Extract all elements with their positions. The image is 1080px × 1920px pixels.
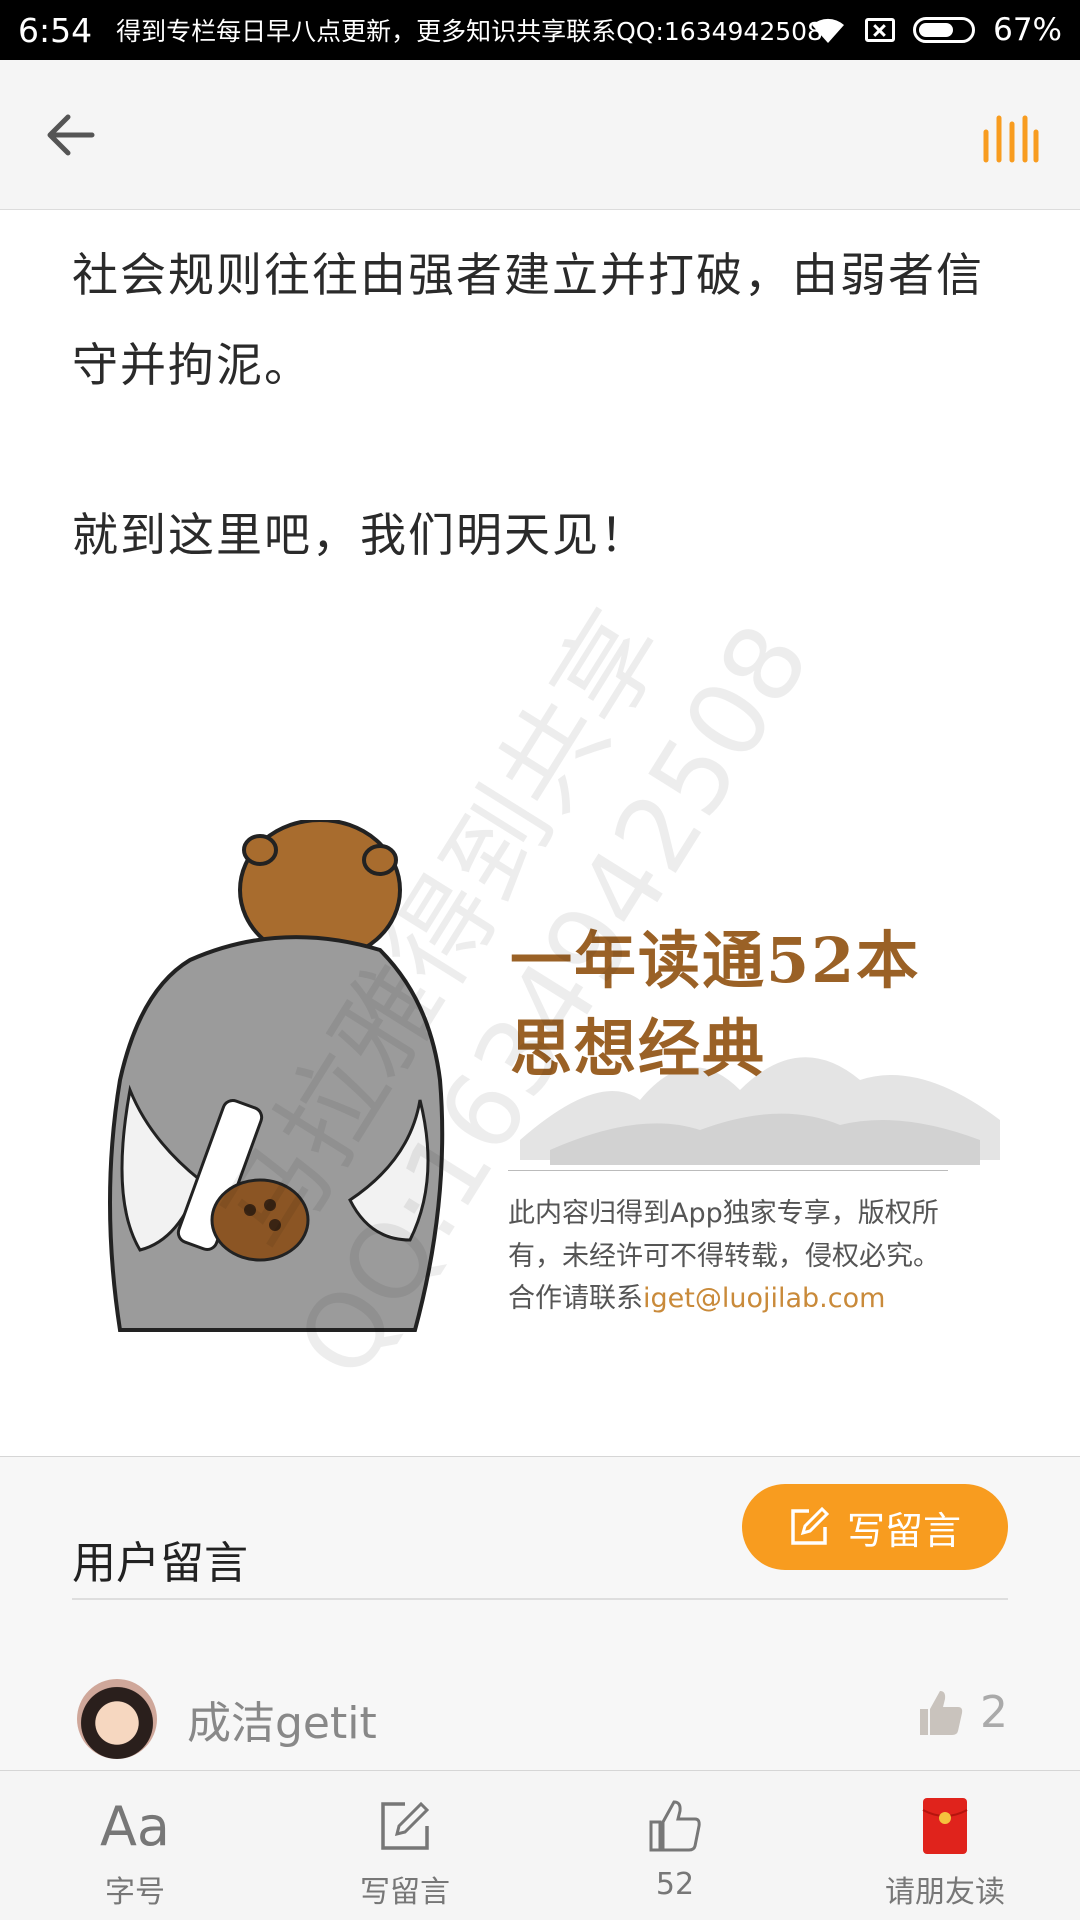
nav-invite-friend[interactable]: 请朋友读 (810, 1771, 1080, 1920)
write-comment-button[interactable]: 写留言 (742, 1484, 1008, 1570)
battery-percent: 67% (993, 12, 1062, 48)
status-icons: 67% (809, 0, 1062, 60)
status-notification-text: 得到专栏每日早八点更新，更多知识共享联系QQ:1634942508 (116, 17, 823, 46)
battery-icon (913, 17, 976, 43)
edit-icon (379, 1791, 431, 1861)
nav-like[interactable]: 52 (540, 1771, 810, 1920)
audio-bars-icon (983, 115, 1039, 163)
avatar[interactable] (77, 1679, 157, 1759)
top-bar (0, 60, 1080, 210)
poster-contact: 合作请联系iget@luojilab.com (508, 1276, 885, 1315)
comment-like-button[interactable]: 2 (916, 1687, 1008, 1738)
nav-write-comment[interactable]: 写留言 (270, 1771, 540, 1920)
poster-contact-email: iget@luojilab.com (643, 1283, 886, 1314)
edit-icon (791, 1507, 829, 1545)
comment-item: 成洁getit 2 (72, 1679, 1008, 1771)
comments-divider (72, 1598, 1008, 1600)
nav-invite-friend-label: 请朋友读 (885, 1875, 1005, 1910)
nav-font-size-label: 字号 (105, 1875, 165, 1910)
font-size-icon: Aa (99, 1794, 171, 1858)
poster-copyright: 此内容归得到App独家专享，版权所有，未经许可不得转载，侵权必究。 (508, 1198, 940, 1272)
write-comment-label: 写留言 (846, 1508, 961, 1553)
comment-like-count: 2 (980, 1687, 1008, 1738)
poster-headline-line1: 一年读通52本 (510, 924, 921, 997)
arrow-left-icon (47, 114, 95, 156)
comments-section: 用户留言 写留言 成洁getit 2 (0, 1456, 1080, 1770)
thumbs-up-icon (920, 1690, 963, 1735)
article-body: 社会规则往往由强者建立并打破，由弱者信守并拘泥。 就到这里吧，我们明天见！ (72, 230, 1012, 580)
poster-contact-prefix: 合作请联系 (508, 1283, 643, 1314)
status-bar: 6:54 得到专栏每日早八点更新，更多知识共享联系QQ:1634942508 6… (0, 0, 1080, 60)
comment-username[interactable]: 成洁getit (187, 1687, 377, 1751)
poster-divider (508, 1170, 948, 1171)
thumbs-up-icon (647, 1791, 703, 1861)
back-button[interactable] (40, 105, 100, 165)
comments-title: 用户留言 (72, 1538, 248, 1589)
status-time: 6:54 (18, 10, 93, 50)
nav-like-count: 52 (655, 1867, 695, 1902)
article-paragraph: 社会规则往往由强者建立并打破，由弱者信守并拘泥。 (72, 248, 984, 392)
article-paragraph: 就到这里吧，我们明天见！ (72, 508, 648, 562)
promo-poster: 一年读通52本 思想经典 此内容归得到App独家专享，版权所有，未经许可不得转载… (80, 820, 1010, 1340)
nav-write-comment-label: 写留言 (360, 1875, 450, 1910)
audio-player-button[interactable] (980, 110, 1040, 170)
battery-fill (919, 23, 954, 37)
nav-font-size[interactable]: Aa 字号 (0, 1771, 270, 1920)
red-envelope-icon (921, 1791, 969, 1861)
bottom-nav: Aa 字号 写留言 52 请朋友读 (0, 1770, 1080, 1920)
wifi-icon (812, 18, 845, 43)
poster-headline-line2: 思想经典 (510, 1012, 767, 1085)
no-sim-icon (865, 18, 896, 42)
